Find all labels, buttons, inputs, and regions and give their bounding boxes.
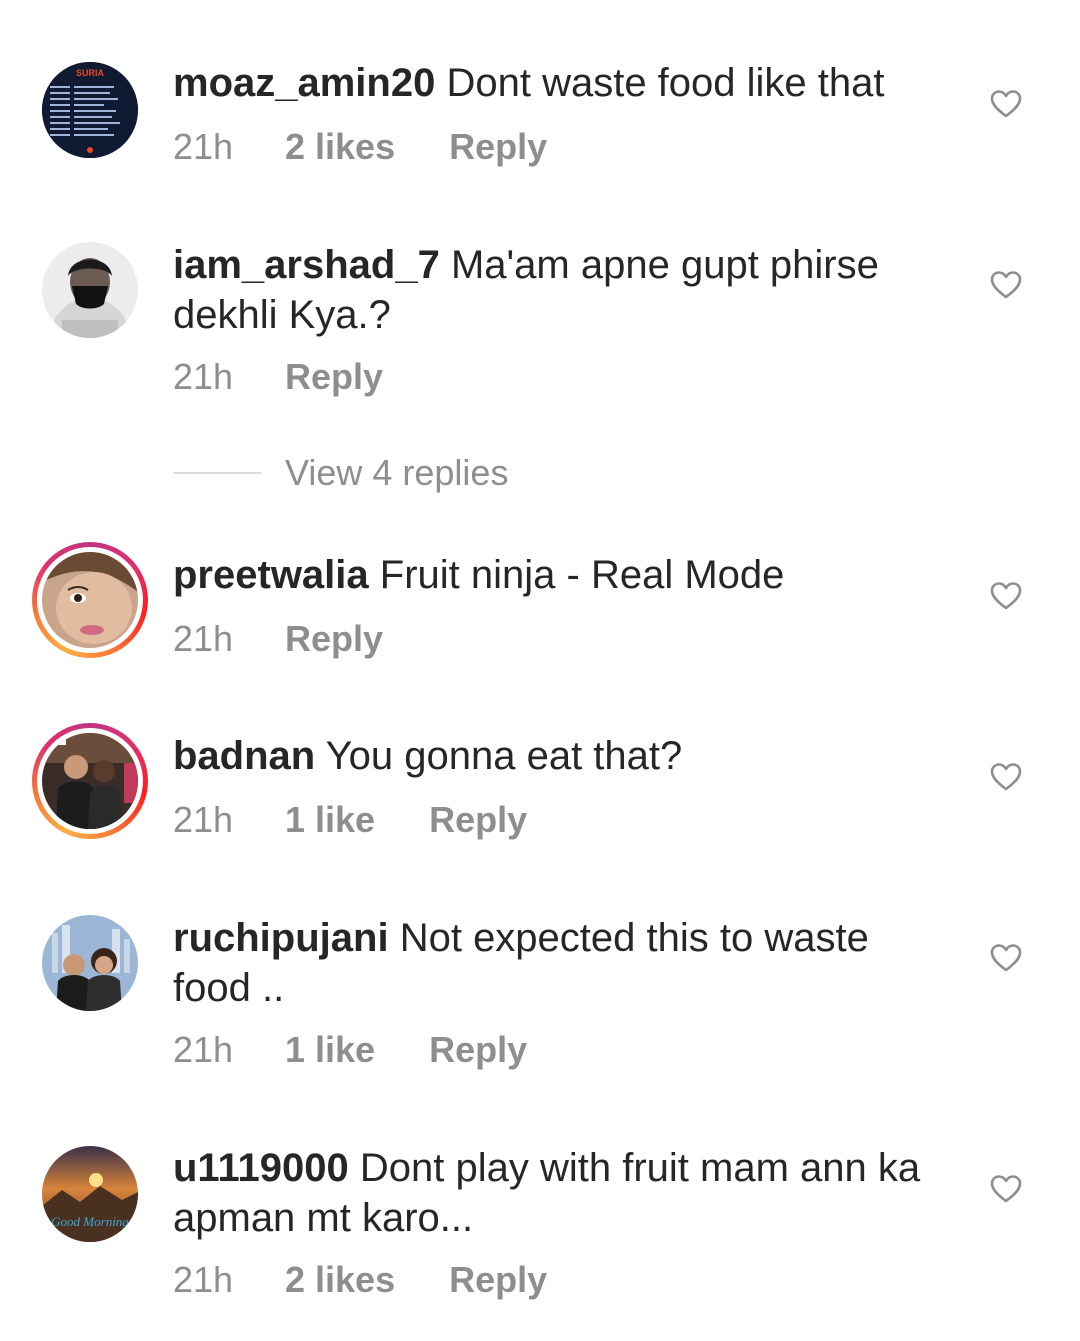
heart-icon[interactable] — [990, 1174, 1022, 1204]
comment-likes[interactable]: 1 like — [285, 800, 375, 840]
reply-button[interactable]: Reply — [449, 127, 547, 167]
comment-username[interactable]: iam_arshad_7 — [173, 243, 440, 287]
avatar-story-ring[interactable] — [32, 723, 148, 839]
comment-text: badnan You gonna eat that? — [173, 731, 933, 781]
comment-time: 21h — [173, 1029, 234, 1070]
avatar-image: Good Morning — [42, 1146, 138, 1242]
avatar-image — [42, 552, 138, 648]
comment-text: iam_arshad_7 Ma'am apne gupt phirse dekh… — [173, 240, 933, 340]
comment-body: You gonna eat that? — [325, 734, 683, 778]
comment-text: u1119000 Dont play with fruit mam ann ka… — [173, 1143, 933, 1243]
comment-meta: 21h 1 like Reply — [173, 800, 527, 840]
avatar[interactable] — [42, 915, 138, 1011]
comment-likes[interactable]: 1 like — [285, 1030, 375, 1070]
comment-text: ruchipujani Not expected this to waste f… — [173, 913, 933, 1013]
comment-time: 21h — [173, 1259, 234, 1300]
comment-body: Fruit ninja - Real Mode — [379, 553, 785, 597]
comment-time: 21h — [173, 126, 234, 167]
reply-button[interactable]: Reply — [429, 800, 527, 840]
heart-icon[interactable] — [990, 581, 1022, 611]
comment-body: Dont waste food like that — [446, 61, 885, 105]
view-replies-button[interactable]: View 4 replies — [173, 453, 508, 493]
comment-likes[interactable]: 2 likes — [285, 1260, 395, 1300]
heart-icon[interactable] — [990, 762, 1022, 792]
reply-button[interactable]: Reply — [429, 1030, 527, 1070]
comment-meta: 21h Reply — [173, 357, 383, 397]
avatar[interactable] — [42, 242, 138, 338]
avatar-image — [42, 242, 138, 338]
reply-button[interactable]: Reply — [285, 357, 383, 397]
comment-username[interactable]: u1119000 — [173, 1146, 349, 1190]
avatar-logo-text: SURIA — [76, 68, 105, 78]
comment-meta: 21h 1 like Reply — [173, 1030, 527, 1070]
heart-icon[interactable] — [990, 89, 1022, 119]
comment-meta: 21h Reply — [173, 619, 383, 659]
comment-time: 21h — [173, 356, 234, 397]
heart-icon[interactable] — [990, 270, 1022, 300]
heart-icon[interactable] — [990, 943, 1022, 973]
comment-text: moaz_amin20 Dont waste food like that — [173, 58, 933, 108]
comment-username[interactable]: badnan — [173, 734, 315, 778]
comment-meta: 21h 2 likes Reply — [173, 1260, 547, 1300]
avatar[interactable]: Good Morning — [42, 1146, 138, 1242]
view-replies-label[interactable]: View 4 replies — [285, 453, 508, 493]
avatar-image — [42, 733, 138, 829]
comment-username[interactable]: moaz_amin20 — [173, 61, 435, 105]
comment-meta: 21h 2 likes Reply — [173, 127, 547, 167]
reply-button[interactable]: Reply — [449, 1260, 547, 1300]
replies-divider — [173, 472, 261, 474]
comment-likes[interactable]: 2 likes — [285, 127, 395, 167]
avatar-image: SURIA — [42, 62, 138, 158]
avatar[interactable]: SURIA — [42, 62, 138, 158]
comment-text: preetwalia Fruit ninja - Real Mode — [173, 550, 933, 600]
reply-button[interactable]: Reply — [285, 619, 383, 659]
comment-time: 21h — [173, 799, 234, 840]
avatar-overlay-text: Good Morning — [51, 1214, 129, 1229]
avatar-image — [42, 915, 138, 1011]
avatar-story-ring[interactable] — [32, 542, 148, 658]
comment-username[interactable]: preetwalia — [173, 553, 369, 597]
comment-username[interactable]: ruchipujani — [173, 916, 389, 960]
comment-time: 21h — [173, 618, 234, 659]
